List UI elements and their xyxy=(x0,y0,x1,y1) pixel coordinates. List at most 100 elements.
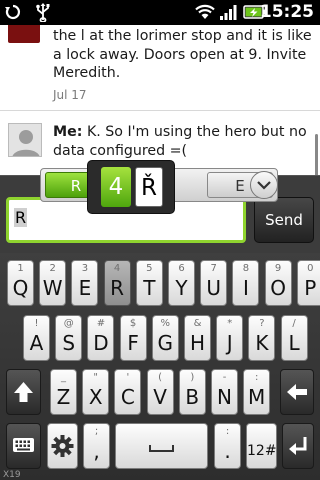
key-label: R xyxy=(110,276,125,300)
key-u[interactable]: 7U xyxy=(200,260,228,306)
message-text: Me: K. So I'm using the hero but no data… xyxy=(53,123,315,160)
key-alt-label: ? xyxy=(259,318,265,329)
key-alt-label: ! xyxy=(34,318,39,329)
key-alt-label: _ xyxy=(61,372,66,383)
key-label: Z xyxy=(56,385,71,409)
send-button[interactable]: Send xyxy=(254,197,314,243)
message-text: the l at the lorimer stop and it is like… xyxy=(53,28,312,81)
key-d[interactable]: # D xyxy=(87,315,115,361)
enter-arrow-icon xyxy=(289,437,307,455)
key-label: W xyxy=(42,276,63,300)
key-l[interactable]: / L xyxy=(280,315,308,361)
key-label: P xyxy=(304,276,317,300)
key-b[interactable]: ) B xyxy=(178,369,206,415)
key-i[interactable]: 8I xyxy=(232,260,260,306)
key-alt-label: ' xyxy=(126,372,130,383)
alternate-key[interactable]: Ř xyxy=(135,167,163,207)
sync-icon xyxy=(5,4,21,20)
my-avatar xyxy=(8,123,42,157)
expand-suggestions-button[interactable] xyxy=(250,171,278,199)
backspace-arrow-icon xyxy=(287,384,307,400)
key-label: K xyxy=(255,331,269,355)
space-bar-icon xyxy=(149,445,174,452)
key-label: I xyxy=(242,276,249,300)
key-label: O xyxy=(270,276,286,300)
key-label: B xyxy=(185,385,200,409)
key-alt-label: / xyxy=(292,318,296,329)
key-w[interactable]: 2W xyxy=(39,260,67,306)
key-alt-label: # xyxy=(96,318,106,329)
message-sender: Me: xyxy=(53,124,83,140)
key-r[interactable]: 4R xyxy=(103,260,131,306)
sms-screen: 15:25 the l at the lorimer stop and it i… xyxy=(0,0,320,480)
period-alt: : xyxy=(225,426,230,437)
key-s[interactable]: @ S xyxy=(55,315,83,361)
key-f[interactable]: $ F xyxy=(119,315,147,361)
key-label: N xyxy=(217,385,232,409)
comma-label: , xyxy=(93,439,100,463)
key-alt-label: 0 xyxy=(307,263,314,274)
key-j[interactable]: * J xyxy=(216,315,244,361)
signal-icon xyxy=(220,5,237,20)
key-label: F xyxy=(127,331,139,355)
key-t[interactable]: 5T xyxy=(135,260,163,306)
key-c[interactable]: ' C xyxy=(114,369,142,415)
message-thread[interactable]: the l at the lorimer stop and it is like… xyxy=(0,25,320,175)
key-alt-label: ( xyxy=(158,372,163,383)
key-label: A xyxy=(29,331,44,355)
key-alt-label: 9 xyxy=(274,263,282,274)
scrollbar[interactable] xyxy=(315,134,318,176)
key-a[interactable]: ! A xyxy=(23,315,50,361)
key-v[interactable]: (V xyxy=(146,369,174,415)
settings-key[interactable] xyxy=(47,423,78,469)
backspace-key[interactable] xyxy=(280,369,314,415)
period-label: . xyxy=(224,439,231,463)
key-label: H xyxy=(189,331,206,355)
alternate-key[interactable]: 4 xyxy=(101,167,131,207)
key-m[interactable]: :M xyxy=(243,369,271,415)
key-q[interactable]: 1Q xyxy=(7,260,34,306)
message-body: K. So I'm using the hero but no data con… xyxy=(53,124,307,159)
key-alt-label: : xyxy=(255,372,259,383)
period-key[interactable]: : . xyxy=(214,423,241,469)
key-n[interactable]: -N xyxy=(211,369,238,415)
key-x[interactable]: " X xyxy=(82,369,110,415)
chevron-down-icon xyxy=(257,181,271,190)
key-label: T xyxy=(143,276,156,300)
comma-key[interactable]: ; , xyxy=(83,423,110,469)
key-alt-label: " xyxy=(93,372,98,383)
key-alt-label: 4 xyxy=(113,263,121,274)
key-alt-label: * xyxy=(227,318,233,329)
key-label: Y xyxy=(175,276,188,300)
symbols-key[interactable]: 12# xyxy=(246,423,277,469)
key-o[interactable]: 9O xyxy=(264,260,292,306)
key-p[interactable]: 0P xyxy=(296,260,320,306)
key-alt-label: 1 xyxy=(17,263,24,274)
key-e[interactable]: 3E xyxy=(71,260,99,306)
key-label: L xyxy=(288,331,300,355)
key-label: E xyxy=(78,276,92,300)
composing-text: R xyxy=(14,208,28,227)
keyboard-icon xyxy=(13,438,34,452)
enter-key[interactable] xyxy=(282,423,314,469)
key-label: V xyxy=(153,385,167,409)
contact-avatar[interactable] xyxy=(8,25,40,43)
key-alt-label: % xyxy=(160,318,171,329)
space-key[interactable] xyxy=(115,423,208,469)
key-alt-label: 8 xyxy=(242,263,250,274)
key-alt-label: $ xyxy=(129,318,137,329)
message-item[interactable]: the l at the lorimer stop and it is like… xyxy=(0,25,320,111)
key-k[interactable]: ? K xyxy=(248,315,276,361)
comma-alt: ; xyxy=(94,426,99,437)
key-h[interactable]: & H xyxy=(184,315,211,361)
key-y[interactable]: 6Y xyxy=(168,260,195,306)
key-alt-label: 7 xyxy=(210,263,217,274)
status-time: 15:25 xyxy=(259,2,314,22)
key-g[interactable]: % G xyxy=(151,315,179,361)
keyboard-settings-key[interactable] xyxy=(6,423,41,469)
key-z[interactable]: _ Z xyxy=(50,369,77,415)
key-alt-label: - xyxy=(222,372,227,383)
key-label: G xyxy=(157,331,174,355)
shift-key[interactable] xyxy=(6,369,41,415)
key-label: Q xyxy=(12,276,29,300)
